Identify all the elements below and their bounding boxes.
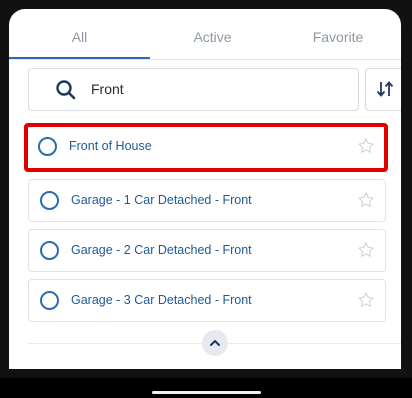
star-icon[interactable]: [357, 137, 375, 155]
radio-button[interactable]: [40, 191, 59, 210]
tab-all[interactable]: All: [9, 9, 150, 58]
tab-favorite[interactable]: Favorite: [275, 9, 401, 58]
list-item-front-of-house[interactable]: Front of House: [24, 123, 388, 172]
radio-button[interactable]: [38, 137, 57, 156]
list-item-label: Garage - 1 Car Detached - Front: [71, 193, 252, 207]
sort-button[interactable]: [365, 68, 401, 111]
list-item-label: Garage - 3 Car Detached - Front: [71, 293, 252, 307]
list-item-garage-2[interactable]: Garage - 2 Car Detached - Front: [28, 229, 386, 272]
radio-button[interactable]: [40, 291, 59, 310]
home-indicator[interactable]: [152, 391, 261, 394]
radio-button[interactable]: [40, 241, 59, 260]
tabs-divider: [9, 59, 401, 60]
location-picker-panel: All Active Favorite Front of House Garag…: [9, 9, 401, 369]
system-navigation-bar: [0, 378, 412, 398]
tab-active[interactable]: Active: [150, 9, 275, 58]
collapse-button[interactable]: [202, 330, 228, 356]
star-icon[interactable]: [357, 241, 375, 259]
chevron-up-icon: [210, 340, 220, 346]
list-item-garage-3[interactable]: Garage - 3 Car Detached - Front: [28, 279, 386, 322]
star-icon[interactable]: [357, 291, 375, 309]
search-icon: [56, 80, 76, 100]
filter-tabs: All Active Favorite: [9, 9, 401, 60]
search-box[interactable]: [28, 68, 359, 111]
list-item-garage-1[interactable]: Garage - 1 Car Detached - Front: [28, 179, 386, 222]
list-item-label: Garage - 2 Car Detached - Front: [71, 243, 252, 257]
search-input[interactable]: [91, 69, 341, 110]
sort-icon: [376, 81, 394, 97]
star-icon[interactable]: [357, 191, 375, 209]
list-item-label: Front of House: [69, 139, 152, 153]
